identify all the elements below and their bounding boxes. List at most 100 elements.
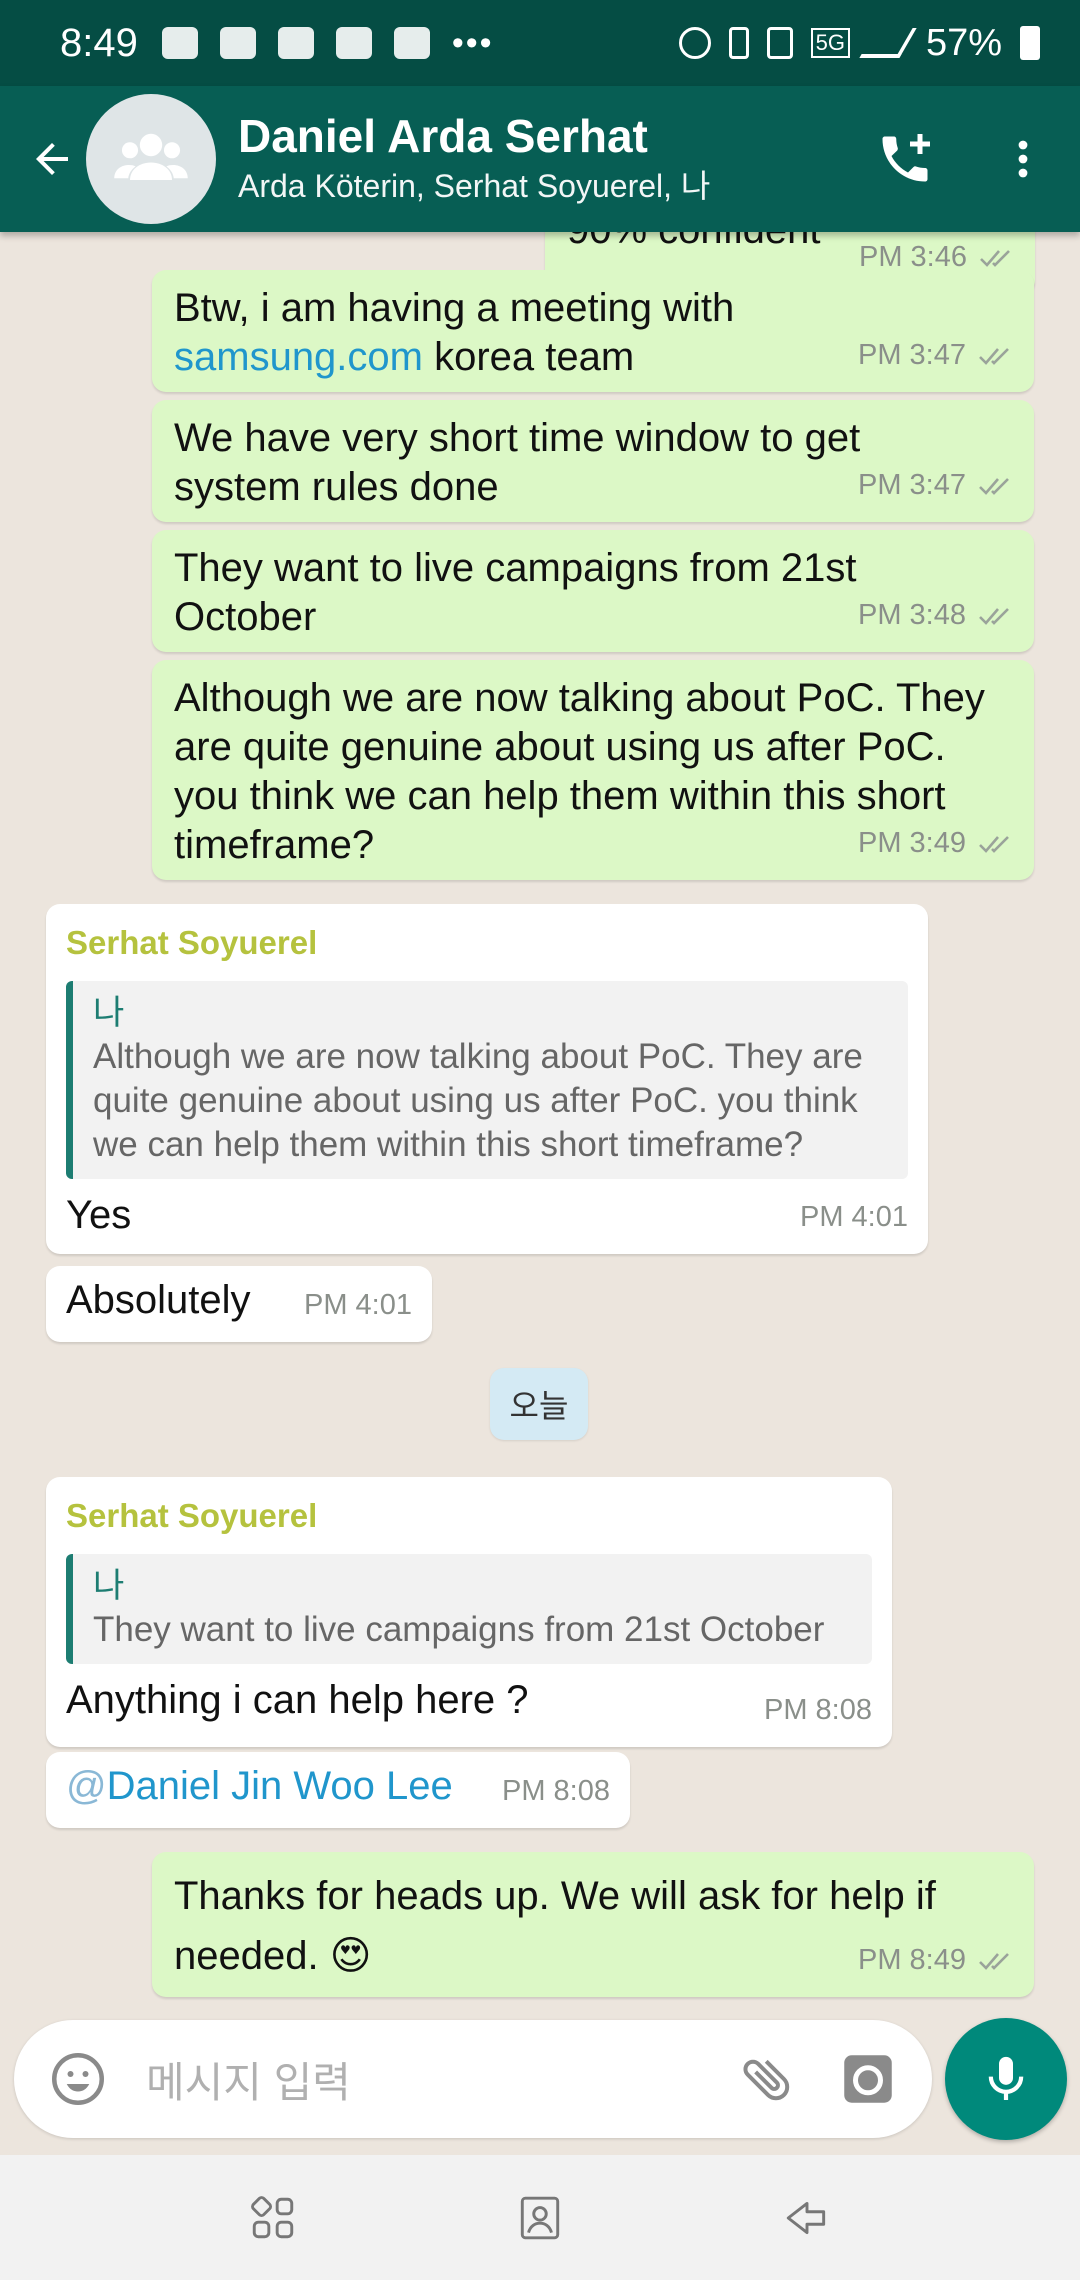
date-divider: 오늘	[490, 1368, 588, 1440]
message-incoming-reply[interactable]: Serhat Soyuerel 나 Although we are now ta…	[46, 904, 928, 1254]
shopping-notification-icon	[335, 27, 372, 59]
mute-icon	[766, 27, 793, 59]
chat-title: Daniel Arda Serhat	[238, 110, 648, 162]
network-type: 5G	[810, 28, 850, 58]
status-time: 8:49	[60, 20, 138, 65]
message-link[interactable]: samsung.com	[174, 335, 423, 379]
message-text: They want to live campaigns from 21st Oc…	[174, 546, 857, 639]
home-button[interactable]	[495, 2173, 585, 2263]
chat-title-block[interactable]: Daniel Arda Serhat Arda Köterin, Serhat …	[238, 109, 860, 209]
message-meta: PM 3:47	[858, 461, 1014, 510]
message-outgoing[interactable]: Btw, i am having a meeting with samsung.…	[152, 270, 1034, 392]
message-time: PM 4:01	[304, 1289, 412, 1321]
voice-message-button[interactable]	[945, 2018, 1067, 2140]
add-call-button[interactable]	[860, 114, 950, 204]
message-incoming[interactable]: Absolutely PM 4:01	[46, 1266, 432, 1342]
add-call-icon	[882, 134, 930, 182]
quoted-author: 나	[93, 1567, 125, 1605]
double-check-icon	[979, 607, 1009, 625]
back-button[interactable]	[12, 119, 92, 199]
quoted-text: Although we are now talking about PoC. T…	[93, 1037, 863, 1164]
message-incoming[interactable]: @Daniel Jin Woo Lee PM 8:08	[46, 1752, 630, 1828]
emoji-button[interactable]	[38, 2039, 118, 2119]
recents-icon	[251, 2195, 294, 2238]
payco-notification-icon	[277, 27, 314, 59]
message-outgoing[interactable]: They want to live campaigns from 21st Oc…	[152, 530, 1034, 652]
quoted-message[interactable]: 나 Although we are now talking about PoC.…	[66, 981, 908, 1179]
message-text: Absolutely	[66, 1278, 251, 1322]
double-check-icon	[979, 347, 1009, 365]
attach-button[interactable]	[728, 2039, 808, 2119]
message-text: Thanks for heads up. We will ask for hel…	[174, 1874, 936, 1978]
group-avatar[interactable]	[86, 94, 216, 224]
message-text-end: korea team	[422, 335, 635, 379]
message-meta: PM 8:49	[858, 1936, 1014, 1985]
home-icon	[520, 2196, 560, 2239]
mention-at-sign: @	[66, 1764, 107, 1808]
message-time: PM 3:47	[858, 469, 966, 501]
message-notification-icon	[161, 27, 198, 59]
nav-back-button[interactable]	[762, 2173, 852, 2263]
double-check-icon	[979, 1952, 1009, 1970]
mic-icon	[988, 2056, 1024, 2100]
quoted-author: 나	[93, 994, 125, 1032]
message-time: PM 3:47	[858, 339, 966, 371]
message-meta: PM 8:08	[764, 1686, 872, 1735]
message-meta: PM 8:08	[502, 1767, 610, 1816]
emoji-icon	[52, 2053, 104, 2105]
message-composer: 메시지 입력	[14, 2020, 932, 2138]
message-text: 90% confident	[567, 232, 821, 252]
message-time: PM 8:08	[764, 1694, 872, 1726]
double-check-icon	[979, 477, 1009, 495]
message-meta: PM 3:47	[858, 331, 1014, 380]
message-time: PM 4:01	[800, 1201, 908, 1233]
message-outgoing[interactable]: Although we are now talking about PoC. T…	[152, 660, 1034, 880]
message-time: PM 3:48	[858, 599, 966, 631]
sender-name: Serhat Soyuerel	[66, 924, 318, 961]
message-meta: PM 3:49	[858, 819, 1014, 868]
message-time: PM 8:08	[502, 1775, 610, 1807]
system-navigation-bar	[0, 2155, 1080, 2280]
heart-eyes-emoji: 😍	[329, 1933, 372, 1979]
more-vert-icon	[1018, 140, 1028, 178]
message-meta: PM 4:01	[800, 1193, 908, 1242]
nav-back-icon	[786, 2201, 825, 2234]
message-outgoing[interactable]: We have very short time window to get sy…	[152, 400, 1034, 522]
message-meta: PM 3:48	[858, 591, 1014, 640]
signal-icon	[859, 28, 917, 58]
message-text: Btw, i am having a meeting with	[174, 286, 735, 330]
message-time: PM 3:49	[858, 827, 966, 859]
message-time: PM 8:49	[858, 1944, 966, 1976]
camera-button[interactable]	[828, 2039, 908, 2119]
notification-icons: •••	[161, 23, 494, 63]
chat-notification-icon	[219, 27, 256, 59]
more-notifications-icon: •••	[451, 23, 494, 62]
more-options-button[interactable]	[978, 114, 1068, 204]
message-incoming-reply[interactable]: Serhat Soyuerel 나 They want to live camp…	[46, 1477, 892, 1747]
message-text: We have very short time window to get sy…	[174, 416, 861, 509]
quoted-text: They want to live campaigns from 21st Oc…	[93, 1610, 825, 1649]
bluetooth-icon	[728, 27, 749, 59]
sender-name: Serhat Soyuerel	[66, 1497, 318, 1534]
double-check-icon	[979, 835, 1009, 853]
message-meta: PM 4:01	[304, 1281, 412, 1330]
group-avatar-icon	[114, 133, 188, 180]
status-bar: 8:49 ••• 5G 57%	[0, 0, 1080, 86]
message-text: Anything i can help here ?	[66, 1678, 529, 1722]
attach-icon	[743, 2059, 790, 2101]
chat-members: Arda Köterin, Serhat Soyuerel, 나	[238, 168, 711, 205]
message-text: Yes	[66, 1193, 132, 1237]
recents-button[interactable]	[228, 2173, 318, 2263]
system-indicators: 5G 57%	[678, 22, 1040, 65]
double-check-icon	[980, 249, 1010, 267]
quoted-message[interactable]: 나 They want to live campaigns from 21st …	[66, 1554, 872, 1664]
battery-icon	[1020, 26, 1040, 60]
message-outgoing[interactable]: Thanks for heads up. We will ask for hel…	[152, 1852, 1034, 1997]
camera-icon	[844, 2055, 892, 2103]
app-notification-icon	[393, 27, 430, 59]
chat-area[interactable]: 90% confident PM 3:46 Btw, i am having a…	[0, 232, 1080, 2022]
message-input[interactable]: 메시지 입력	[146, 2049, 708, 2110]
mention-link[interactable]: Daniel Jin Woo Lee	[107, 1764, 453, 1808]
chat-header: Daniel Arda Serhat Arda Köterin, Serhat …	[0, 86, 1080, 232]
back-arrow-icon	[36, 143, 68, 175]
